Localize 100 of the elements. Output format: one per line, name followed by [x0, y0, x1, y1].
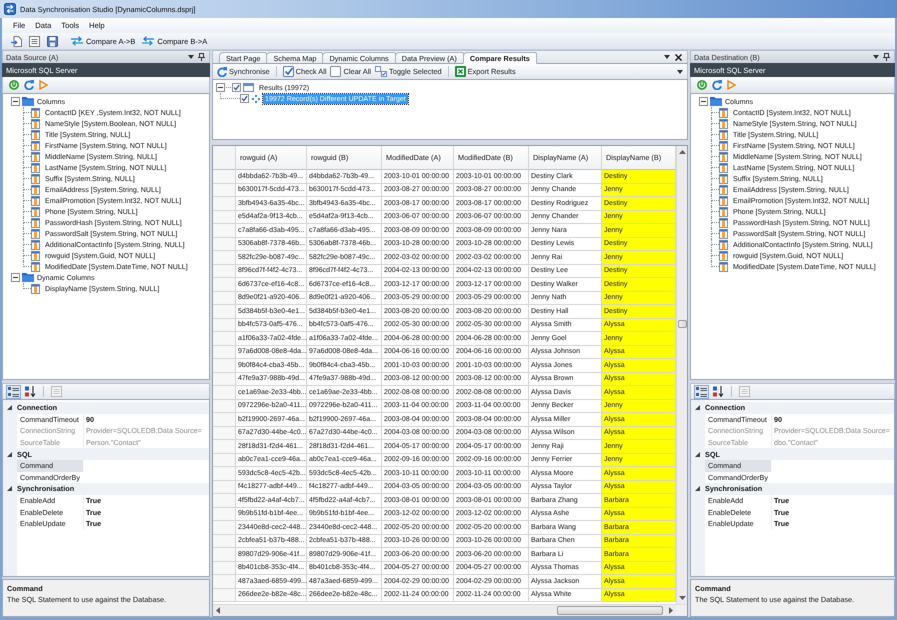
table-column-icon — [31, 262, 40, 272]
row-header[interactable] — [213, 480, 236, 494]
row-header[interactable] — [213, 372, 236, 386]
refresh-icon — [217, 66, 227, 76]
table-column-icon — [719, 118, 728, 128]
table-column-icon — [719, 218, 728, 228]
categorized-icon — [696, 386, 707, 396]
collapse-triangle-icon[interactable] — [7, 486, 12, 492]
document-icon[interactable] — [29, 36, 40, 46]
collapse-icon[interactable] — [11, 97, 20, 106]
row-header[interactable] — [213, 278, 236, 292]
table-column-icon — [31, 140, 40, 150]
row-header[interactable] — [213, 224, 236, 238]
spreadsheet-icon — [454, 66, 466, 77]
page-arrow-icon[interactable] — [11, 36, 22, 46]
row-header[interactable] — [213, 521, 236, 534]
row-header[interactable] — [213, 440, 236, 454]
row-header[interactable] — [213, 454, 236, 467]
row-header[interactable] — [213, 346, 236, 359]
vertical-scrollbar[interactable] — [676, 146, 687, 604]
caret-icon[interactable] — [873, 55, 879, 59]
table-column-icon — [719, 206, 728, 216]
row-header[interactable] — [213, 292, 236, 305]
property-pages-icon — [739, 386, 750, 397]
collapse-icon[interactable] — [699, 97, 708, 106]
overflow-caret-icon[interactable] — [677, 70, 683, 74]
row-header[interactable] — [213, 184, 236, 197]
horizontal-scrollbar[interactable] — [213, 604, 676, 616]
table-column-icon — [31, 162, 40, 172]
row-header[interactable] — [213, 508, 236, 521]
view-button[interactable] — [6, 384, 21, 398]
table-column-icon — [31, 218, 40, 228]
row-header[interactable] — [213, 332, 236, 346]
caret-up-icon[interactable] — [678, 150, 686, 154]
table-column-icon — [31, 174, 40, 184]
row-header[interactable] — [213, 264, 236, 278]
pin-icon[interactable] — [198, 53, 205, 61]
table-column-icon — [31, 184, 40, 194]
sort-alphabetical-icon — [25, 386, 36, 397]
row-header[interactable] — [213, 548, 236, 562]
swap-arrows-icon — [142, 36, 154, 46]
collapse-icon[interactable] — [216, 83, 225, 92]
power-icon[interactable] — [9, 80, 19, 90]
caret-right-icon[interactable] — [669, 607, 673, 614]
table-column-icon — [719, 196, 728, 206]
row-header[interactable] — [213, 534, 236, 548]
row-header[interactable] — [213, 413, 236, 426]
table-column-icon — [31, 206, 40, 216]
row-header[interactable] — [213, 588, 236, 602]
table-column-icon — [719, 140, 728, 150]
collapse-triangle-icon[interactable] — [7, 452, 12, 457]
view-button[interactable] — [23, 384, 38, 398]
power-icon[interactable] — [697, 80, 707, 90]
table-column-icon — [719, 184, 728, 194]
property-pages-icon — [51, 386, 62, 397]
view-button[interactable] — [694, 384, 709, 398]
caret-down-icon[interactable] — [678, 596, 686, 600]
table-column-icon — [31, 240, 40, 250]
play-icon[interactable] — [727, 80, 736, 90]
caret-icon[interactable] — [188, 55, 194, 59]
view-button[interactable] — [711, 384, 726, 398]
row-header[interactable] — [213, 359, 236, 372]
toggle-boxes-icon — [375, 66, 388, 77]
table-column-icon — [719, 152, 728, 162]
collapse-triangle-icon[interactable] — [695, 486, 700, 492]
table-column-icon — [719, 228, 728, 238]
row-header[interactable] — [213, 575, 236, 588]
row-header[interactable] — [213, 386, 236, 400]
table-column-icon — [719, 262, 728, 272]
caret-icon[interactable] — [664, 55, 670, 59]
row-header[interactable] — [213, 467, 236, 480]
caret-left-icon[interactable] — [216, 607, 220, 614]
play-icon[interactable] — [39, 80, 48, 90]
row-header[interactable] — [213, 562, 236, 575]
row-header[interactable] — [213, 318, 236, 332]
collapse-triangle-icon[interactable] — [695, 405, 700, 410]
folder-icon — [22, 97, 34, 106]
checkbox[interactable] — [240, 94, 249, 103]
row-header[interactable] — [213, 426, 236, 440]
collapse-triangle-icon[interactable] — [695, 452, 700, 457]
row-header[interactable] — [213, 400, 236, 413]
scroll-thumb[interactable] — [678, 320, 686, 328]
scroll-thumb[interactable] — [556, 606, 663, 615]
row-header[interactable] — [213, 305, 236, 318]
row-header[interactable] — [213, 238, 236, 251]
row-header[interactable] — [213, 197, 236, 210]
table-column-icon — [31, 284, 40, 294]
close-icon[interactable] — [675, 54, 682, 60]
refresh-icon[interactable] — [24, 80, 34, 90]
collapse-triangle-icon[interactable] — [7, 405, 12, 410]
categorized-icon — [8, 386, 19, 396]
row-header[interactable] — [213, 494, 236, 508]
collapse-icon[interactable] — [11, 273, 20, 282]
row-header[interactable] — [213, 251, 236, 264]
checkbox[interactable] — [232, 83, 241, 92]
refresh-icon[interactable] — [712, 80, 722, 90]
save-icon[interactable] — [47, 36, 58, 46]
row-header[interactable] — [213, 170, 236, 184]
pin-icon[interactable] — [883, 53, 890, 61]
row-header[interactable] — [213, 210, 236, 224]
